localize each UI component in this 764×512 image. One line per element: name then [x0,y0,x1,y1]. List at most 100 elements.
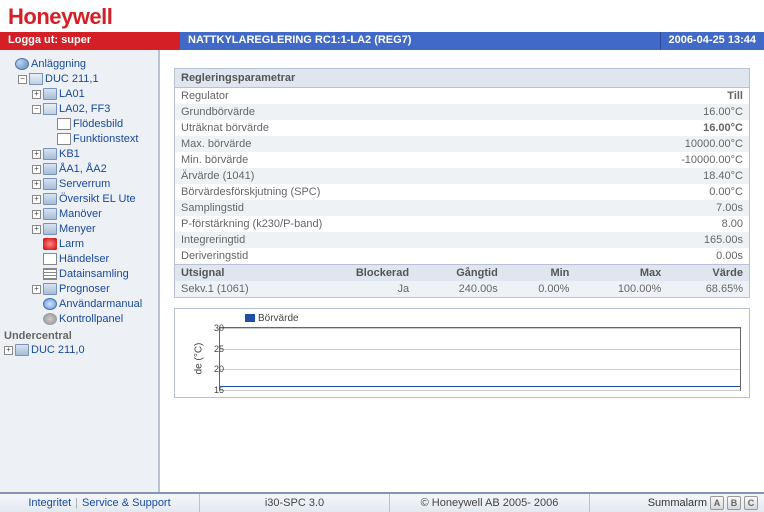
param-row: RegulatorTill [175,88,749,104]
tree-label: Prognoser [59,283,110,295]
output-cell: Ja [307,281,415,297]
param-value[interactable]: 18.40°C [562,168,749,184]
param-value[interactable]: 10000.00°C [562,136,749,152]
tree-node[interactable]: Händelser [32,252,156,266]
param-label: Uträknat börvärde [175,120,562,136]
chart-ytick: 30 [214,323,224,333]
tree-node[interactable]: + Menyer [32,222,156,236]
tree-node[interactable]: +LA01 [32,87,156,101]
param-label: Ärvärde (1041) [175,168,562,184]
tree-node[interactable]: Kontrollpanel [32,312,156,326]
tree-label: Larm [59,238,84,250]
chart-ylabel: de (°C) [193,343,204,375]
chart-ytick: 20 [214,364,224,374]
alarm-badge-a[interactable]: A [710,496,724,510]
tree-toggle-icon[interactable]: + [32,210,41,219]
output-cell: 68.65% [667,281,749,297]
tree-node[interactable]: +KB1 [32,147,156,161]
folder-icon [43,283,57,295]
tree-node[interactable]: Flödesbild [46,117,156,131]
output-header: Max [575,265,667,282]
param-value[interactable]: 0.00°C [562,184,749,200]
output-row: Sekv.1 (1061)Ja240.00s0.00%100.00%68.65% [175,281,749,297]
tree-label: Menyer [59,223,96,235]
tree-node[interactable]: Funktionstext [46,132,156,146]
footer-link-support[interactable]: Service & Support [82,497,171,509]
tree-node[interactable]: + Översikt EL Ute [32,192,156,206]
doc-icon [43,253,57,265]
tree-toggle-icon[interactable]: − [32,105,41,114]
output-cell: 100.00% [575,281,667,297]
help-icon [43,298,57,310]
param-value[interactable]: 16.00°C [562,120,749,136]
param-label: Deriveringstid [175,248,562,264]
param-value[interactable]: 165.00s [562,232,749,248]
tree-label: DUC 211,1 [45,73,99,85]
doc-icon [57,118,71,130]
footer-product: i30-SPC 3.0 [200,494,390,512]
tree-node[interactable]: Larm [32,237,156,251]
param-value[interactable]: Till [562,88,749,104]
tree-node[interactable]: + Prognoser [32,282,156,296]
tree-node[interactable]: +Serverrum [32,177,156,191]
params-table: RegulatorTillGrundbörvärde16.00°CUträkna… [175,88,749,264]
param-label: Grundbörvärde [175,104,562,120]
output-cell: Sekv.1 (1061) [175,281,307,297]
tree-node[interactable]: + ÅA1, ÅA2 [32,162,156,176]
tree-toggle-icon[interactable]: + [32,285,41,294]
params-heading: Regleringsparametrar [175,69,749,88]
tree-label: Översikt EL Ute [59,193,136,205]
param-value[interactable]: 16.00°C [562,104,749,120]
chart-grid: 15202530 [219,327,741,391]
tree-node[interactable]: Datainsamling [32,267,156,281]
tree-node[interactable]: Anläggning [4,57,156,71]
tree-node[interactable]: −LA02, FF3 [32,102,156,116]
tree-toggle-icon[interactable]: − [18,75,27,84]
tree-label: Flödesbild [73,118,123,130]
tree-node[interactable]: Användarmanual [32,297,156,311]
trend-chart: Börvärde de (°C) 15202530 [205,313,745,393]
tree-toggle-icon[interactable]: + [32,225,41,234]
param-row: Ärvärde (1041)18.40°C [175,168,749,184]
param-value[interactable]: -10000.00°C [562,152,749,168]
footer-copyright: © Honeywell AB 2005- 2006 [390,494,590,512]
logout-label: Logga ut: [8,34,58,46]
alarm-badge-b[interactable]: B [727,496,741,510]
tree-toggle-icon[interactable]: + [32,165,41,174]
doc-icon [57,133,71,145]
legend-swatch-icon [245,314,255,322]
output-cell: 0.00% [504,281,576,297]
tree-label: ÅA1, ÅA2 [59,163,107,175]
param-label: P-förstärkning (k230/P-band) [175,216,562,232]
chart-legend: Börvärde [245,313,299,324]
nav-tree[interactable]: Anläggning − DUC 211,1 +LA01−LA02, FF3 Flöde… [0,50,160,492]
tree-label: Användarmanual [59,298,142,310]
output-header: Värde [667,265,749,282]
tree-toggle-icon[interactable]: + [32,180,41,189]
folder-icon [43,148,57,160]
param-value[interactable]: 7.00s [562,200,749,216]
footer-alarm-label: Summalarm [648,497,707,509]
param-label: Integreringtid [175,232,562,248]
logout-area[interactable]: Logga ut: super [0,32,180,50]
alarm-badge-c[interactable]: C [744,496,758,510]
folder-icon [15,344,29,356]
tree-toggle-icon[interactable]: + [32,90,41,99]
folder-o-icon [29,73,43,85]
output-header: Utsignal [175,265,307,282]
gear-icon [43,313,57,325]
alarm-icon [43,238,57,250]
tree-toggle-icon[interactable]: + [4,346,13,355]
output-header: Gångtid [415,265,504,282]
tree-toggle-icon[interactable]: + [32,150,41,159]
folder-o-icon [43,103,57,115]
param-value[interactable]: 8.00 [562,216,749,232]
param-value[interactable]: 0.00s [562,248,749,264]
tree-node[interactable]: − DUC 211,1 [18,72,156,86]
output-cell: 240.00s [415,281,504,297]
tree-node[interactable]: +DUC 211,0 [4,343,156,357]
footer-link-integritet[interactable]: Integritet [28,497,71,509]
tree-node[interactable]: +Manöver [32,207,156,221]
param-label: Samplingstid [175,200,562,216]
tree-toggle-icon[interactable]: + [32,195,41,204]
